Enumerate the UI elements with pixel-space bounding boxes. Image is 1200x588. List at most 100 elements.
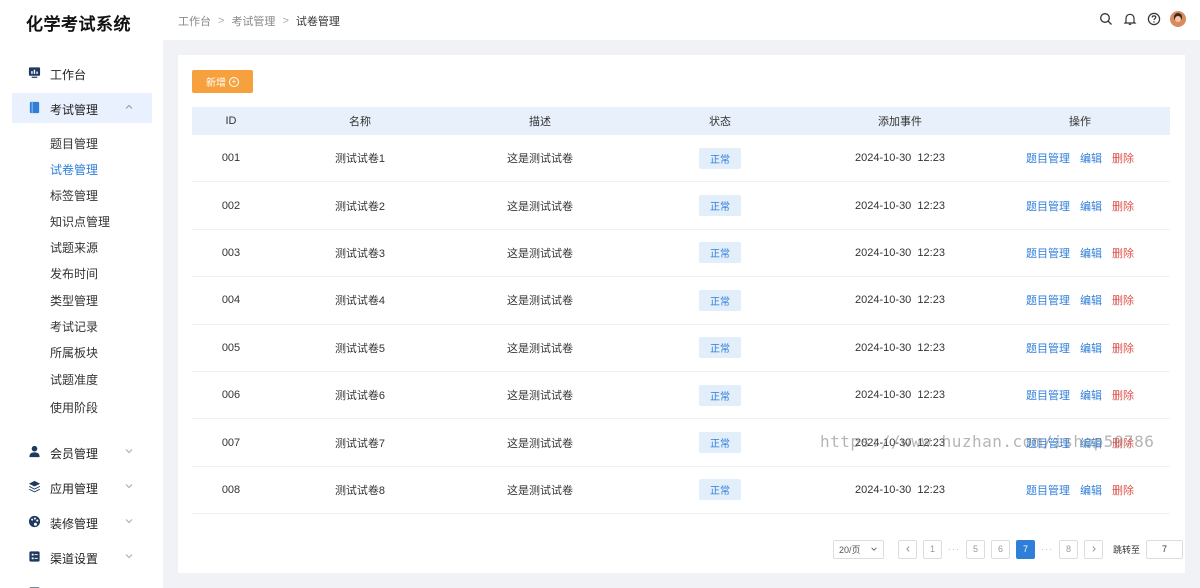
- delete-link[interactable]: 删除: [1112, 482, 1134, 498]
- edit-link[interactable]: 编辑: [1080, 150, 1102, 166]
- prev-page-button[interactable]: [898, 539, 917, 559]
- delete-link[interactable]: 删除: [1112, 435, 1134, 451]
- question-management-link[interactable]: 题目管理: [1026, 435, 1070, 451]
- cell-time: 2024-10-30 12:23: [855, 152, 945, 165]
- status-badge: 正常: [699, 479, 741, 501]
- menu-channel-settings[interactable]: 渠道设置: [0, 542, 163, 572]
- question-management-link[interactable]: 题目管理: [1026, 198, 1070, 214]
- jump-page-input[interactable]: [1146, 539, 1184, 559]
- cell-name: 测试试卷7: [334, 437, 386, 450]
- cell-operations: 题目管理 编辑 删除: [990, 292, 1170, 308]
- menu-workbench[interactable]: 工作台: [0, 58, 163, 88]
- cell-description: 这是测试试卷: [507, 390, 573, 403]
- channel-icon: [29, 551, 40, 562]
- cell-time: 2024-10-30 12:23: [855, 389, 945, 402]
- sidebar: 化学考试系统 工作台 考试管理 题目管理 试卷管理 标签管理 知识点管理 试题来…: [0, 0, 163, 588]
- edit-link[interactable]: 编辑: [1080, 292, 1102, 308]
- table-row: 001 测试试卷1 这是测试试卷 正常 2024-10-30 12:23 题目管理 编辑 删除: [192, 135, 1170, 183]
- content-panel: 新增 + ID 名称 描述 状态 添加事件 操作 001 测试试卷1 这是测试试卷正…: [178, 55, 1185, 573]
- column-header: 描述: [529, 116, 551, 128]
- add-button[interactable]: 新增 +: [192, 70, 253, 93]
- menu-decoration-management[interactable]: 装修管理: [0, 507, 163, 537]
- delete-link[interactable]: 删除: [1112, 292, 1134, 308]
- edit-link[interactable]: 编辑: [1080, 245, 1102, 261]
- ellipsis-icon[interactable]: ···: [1041, 544, 1053, 554]
- page-button[interactable]: 8: [1059, 539, 1078, 559]
- breadcrumb-item[interactable]: 工作台: [178, 13, 211, 29]
- book-icon: [29, 101, 40, 114]
- question-management-link[interactable]: 题目管理: [1026, 150, 1070, 166]
- delete-link[interactable]: 删除: [1112, 340, 1134, 356]
- edit-link[interactable]: 编辑: [1080, 198, 1102, 214]
- status-badge: 正常: [699, 289, 741, 311]
- cell-status: 正常: [630, 195, 810, 217]
- cell-description: 这是测试试卷: [507, 200, 573, 213]
- edit-link[interactable]: 编辑: [1080, 387, 1102, 403]
- paper-table: ID 名称 描述 状态 添加事件 操作 001 测试试卷1 这是测试试卷 正常 2024…: [192, 107, 1170, 515]
- app-title: 化学考试系统: [26, 15, 131, 34]
- cell-name: 测试试卷3: [334, 247, 386, 260]
- question-management-link[interactable]: 题目管理: [1026, 387, 1070, 403]
- sub-item-stage[interactable]: 使用阶段: [50, 399, 98, 417]
- cell-description: 这是测试试卷: [507, 342, 573, 355]
- sub-item-type-management[interactable]: 类型管理: [50, 292, 98, 310]
- sub-item-question-source[interactable]: 试题来源: [50, 239, 98, 257]
- breadcrumb-item[interactable]: 考试管理: [231, 13, 275, 29]
- bell-icon[interactable]: [1122, 11, 1138, 27]
- delete-link[interactable]: 删除: [1112, 150, 1134, 166]
- help-icon[interactable]: [1146, 11, 1162, 27]
- question-management-link[interactable]: 题目管理: [1026, 482, 1070, 498]
- sub-item-knowledge-management[interactable]: 知识点管理: [50, 213, 110, 231]
- menu-exam-management[interactable]: 考试管理: [12, 93, 152, 123]
- delete-link[interactable]: 删除: [1112, 245, 1134, 261]
- delete-link[interactable]: 删除: [1112, 198, 1134, 214]
- page-button[interactable]: 6: [991, 539, 1010, 559]
- cell-status: 正常: [630, 242, 810, 264]
- breadcrumb-current: 试卷管理: [295, 16, 340, 28]
- cell-id: 007: [221, 436, 241, 449]
- page-size-value: 20/页: [839, 544, 861, 555]
- sub-item-section[interactable]: 所属板块: [50, 344, 98, 362]
- question-management-link[interactable]: 题目管理: [1026, 245, 1070, 261]
- delete-link[interactable]: 删除: [1112, 387, 1134, 403]
- sub-item-paper-management[interactable]: 试卷管理: [50, 161, 98, 179]
- cell-description: 这是测试试卷: [507, 295, 573, 308]
- page-button-current[interactable]: 7: [1016, 539, 1035, 559]
- next-page-button[interactable]: [1084, 539, 1103, 559]
- column-header: 状态: [709, 116, 731, 128]
- ellipsis-icon[interactable]: ···: [948, 544, 960, 554]
- menu-app-management[interactable]: 应用管理: [0, 472, 163, 502]
- sub-item-question-management[interactable]: 题目管理: [50, 135, 98, 153]
- column-header: 添加事件: [878, 116, 922, 128]
- table-row: 003 测试试卷3 这是测试试卷 正常 2024-10-30 12:23 题目管理 编辑 删除: [192, 230, 1170, 278]
- cell-name: 测试试卷4: [334, 295, 386, 308]
- status-badge: 正常: [699, 195, 741, 217]
- cell-time: 2024-10-30 12:23: [855, 341, 945, 354]
- question-management-link[interactable]: 题目管理: [1026, 292, 1070, 308]
- cell-id: 004: [221, 294, 241, 307]
- sub-item-publish-time[interactable]: 发布时间: [50, 265, 98, 283]
- menu-next-partial[interactable]: [0, 578, 163, 588]
- chevron-down-icon: [871, 547, 877, 551]
- sub-item-tag-management[interactable]: 标签管理: [50, 187, 98, 205]
- sub-item-accuracy[interactable]: 试题准度: [50, 371, 98, 389]
- sub-item-exam-records[interactable]: 考试记录: [50, 318, 98, 336]
- edit-link[interactable]: 编辑: [1080, 435, 1102, 451]
- menu-member-management[interactable]: 会员管理: [0, 437, 163, 467]
- page-size-select[interactable]: 20/页: [833, 539, 884, 559]
- page-button[interactable]: 1: [923, 539, 942, 559]
- question-management-link[interactable]: 题目管理: [1026, 340, 1070, 356]
- plus-circle-icon: +: [229, 76, 239, 87]
- search-icon[interactable]: [1098, 11, 1114, 27]
- status-badge: 正常: [699, 147, 741, 169]
- status-badge: 正常: [699, 337, 741, 359]
- page-button[interactable]: 5: [966, 539, 985, 559]
- edit-link[interactable]: 编辑: [1080, 340, 1102, 356]
- avatar[interactable]: [1170, 11, 1186, 27]
- edit-link[interactable]: 编辑: [1080, 482, 1102, 498]
- palette-icon: [28, 515, 41, 528]
- table-row: 007 测试试卷7 这是测试试卷 正常 2024-10-30 12:23 题目管理 编辑 删除: [192, 419, 1170, 467]
- layers-icon: [28, 480, 41, 493]
- menu-label: 考试管理: [50, 103, 99, 117]
- header-icons: [1098, 11, 1186, 27]
